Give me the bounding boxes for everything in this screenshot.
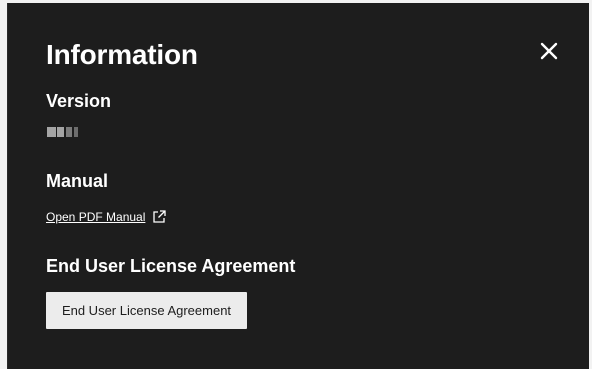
information-dialog: Information Version Manual Open PDF Manu… [7,3,589,369]
dialog-title: Information [46,39,198,70]
close-icon [540,42,558,60]
version-value-redacted [47,127,80,137]
manual-heading: Manual [46,171,109,191]
version-heading: Version [46,91,112,111]
open-pdf-manual-label: Open PDF Manual [46,210,146,224]
external-link-icon [151,209,167,225]
eula-heading: End User License Agreement [46,256,296,276]
eula-button[interactable]: End User License Agreement [46,292,247,329]
close-button[interactable] [535,37,563,65]
open-pdf-manual-link[interactable]: Open PDF Manual [46,209,167,225]
